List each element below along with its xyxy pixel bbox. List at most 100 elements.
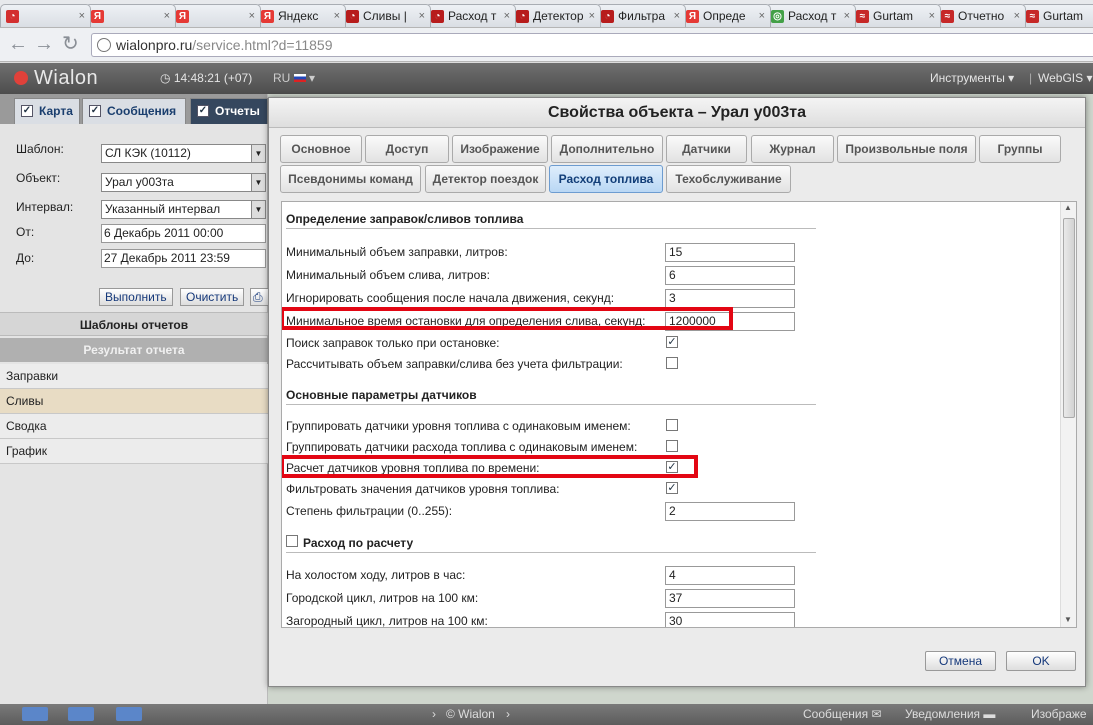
browser-tab[interactable]: ◔ × (0, 4, 91, 27)
object-select[interactable]: Урал у003та ▼ (101, 173, 266, 192)
suburban-cycle-input[interactable]: 30 (665, 612, 795, 627)
browser-tab[interactable]: Я × (170, 4, 261, 27)
close-tab-icon[interactable]: × (419, 5, 425, 27)
tab-general[interactable]: Основное (280, 135, 362, 163)
browser-tab-strip: ◔ × Я × Я × Я Яндекс × ◔ Сливы | × ◔ Расход т × ◔ Детект… (0, 0, 1093, 28)
clear-button[interactable]: Очистить (180, 288, 245, 306)
section-divider (286, 228, 816, 229)
browser-tab[interactable]: ◔ Фильтра × (595, 4, 686, 27)
scroll-down-icon[interactable]: ▼ (1064, 615, 1072, 624)
truck-icon[interactable] (22, 707, 48, 721)
tab-additional[interactable]: Дополнительно (551, 135, 663, 163)
close-tab-icon[interactable]: × (1014, 5, 1020, 27)
browser-tab-title: Фильтра (618, 9, 665, 23)
tab-journal[interactable]: Журнал (751, 135, 834, 163)
chevron-down-icon: ▼ (251, 145, 265, 162)
browser-tab[interactable]: ◎ Расход т × (765, 4, 856, 27)
result-item-drains[interactable]: Сливы (0, 389, 268, 414)
truck-icon[interactable] (116, 707, 142, 721)
images-link[interactable]: Изображе (1031, 707, 1087, 721)
result-item-chart[interactable]: График (0, 439, 268, 464)
group-level-sensors-checkbox[interactable] (666, 419, 678, 431)
back-icon[interactable]: ← (8, 33, 28, 55)
tools-menu[interactable]: Инструменты ▾ (930, 71, 1014, 85)
webgis-menu[interactable]: WebGIS ▾ (1038, 71, 1093, 85)
to-date-input[interactable]: 27 Декабрь 2011 23:59 (101, 249, 266, 268)
ignore-messages-input[interactable]: 3 (665, 289, 795, 308)
chevron-right-icon[interactable]: › (506, 707, 510, 721)
server-clock: ◷ 14:48:21 (+07) (160, 71, 253, 85)
fuel-settings-panel[interactable]: Определение заправок/сливов топлива Мини… (281, 201, 1077, 628)
close-tab-icon[interactable]: × (844, 5, 850, 27)
print-icon[interactable]: ⎙ (250, 288, 268, 306)
refuel-at-stop-checkbox[interactable]: ✓ (666, 336, 678, 348)
browser-tab[interactable]: Я × (85, 4, 176, 27)
result-item-summary[interactable]: Сводка (0, 414, 268, 439)
no-filter-calc-checkbox[interactable] (666, 357, 678, 369)
close-tab-icon[interactable]: × (929, 5, 935, 27)
tab-groups[interactable]: Группы (979, 135, 1061, 163)
address-bar[interactable]: wialonpro.ru/service.html?d=11859 (91, 33, 1093, 57)
run-button[interactable]: Выполнить (99, 288, 173, 306)
browser-tab[interactable]: ≈Gurtam× (850, 4, 941, 27)
notifications-link[interactable]: Уведомления ▬ (905, 707, 995, 721)
calc-consumption-checkbox[interactable] (286, 535, 298, 547)
close-tab-icon[interactable]: × (674, 5, 680, 27)
close-tab-icon[interactable]: × (504, 5, 510, 27)
browser-tab[interactable]: ◔ Сливы | × (340, 4, 431, 27)
tab-access[interactable]: Доступ (365, 135, 449, 163)
min-drain-input[interactable]: 6 (665, 266, 795, 285)
close-tab-icon[interactable]: × (249, 5, 255, 27)
cancel-button[interactable]: Отмена (925, 651, 996, 671)
checkbox-icon[interactable]: ✓ (197, 105, 209, 117)
scroll-up-icon[interactable]: ▲ (1064, 203, 1072, 212)
tab-custom-fields[interactable]: Произвольные поля (837, 135, 976, 163)
idle-consumption-input[interactable]: 4 (665, 566, 795, 585)
interval-select[interactable]: Указанный интервал ▼ (101, 200, 266, 219)
tab-messages[interactable]: ✓ Сообщения (82, 98, 186, 124)
close-tab-icon[interactable]: × (589, 5, 595, 27)
ok-button[interactable]: OK (1006, 651, 1076, 671)
browser-tab[interactable]: ◔ Расход т × (425, 4, 516, 27)
scrollbar-thumb[interactable] (1063, 218, 1075, 418)
chevron-left-icon[interactable]: › (432, 707, 436, 721)
highlight-box (282, 307, 733, 330)
filter-level-checkbox[interactable]: ✓ (666, 482, 678, 494)
browser-tab[interactable]: ≈Gurtam× (1020, 4, 1093, 27)
checkbox-icon[interactable]: ✓ (89, 105, 101, 117)
report-result-header[interactable]: Результат отчета (0, 338, 268, 362)
from-date-input[interactable]: 6 Декабрь 2011 00:00 (101, 224, 266, 243)
min-refuel-input[interactable]: 15 (665, 243, 795, 262)
forward-icon[interactable]: → (34, 33, 54, 55)
truck-icon[interactable] (68, 707, 94, 721)
filter-degree-input[interactable]: 2 (665, 502, 795, 521)
browser-tab[interactable]: Я Яндекс × (255, 4, 346, 27)
browser-tab-title: Gurtam (873, 9, 914, 23)
vertical-scrollbar[interactable]: ▲ ▼ (1060, 202, 1076, 627)
result-item-refuels[interactable]: Заправки (0, 364, 268, 389)
close-tab-icon[interactable]: × (79, 5, 85, 27)
browser-tab[interactable]: ≈ Отчетно × (935, 4, 1026, 27)
wialon-logo[interactable]: Wialon (14, 67, 98, 90)
language-selector[interactable]: RU ▾ (273, 71, 315, 85)
close-tab-icon[interactable]: × (164, 5, 170, 27)
browser-tab[interactable]: Я Опреде × (680, 4, 771, 27)
urban-cycle-input[interactable]: 37 (665, 589, 795, 608)
tab-map[interactable]: ✓ Карта (14, 98, 80, 124)
close-tab-icon[interactable]: × (759, 5, 765, 27)
reload-icon[interactable]: ↻ (62, 33, 79, 55)
close-tab-icon[interactable]: × (334, 5, 340, 27)
report-templates-header[interactable]: Шаблоны отчетов (0, 312, 268, 336)
tab-reports[interactable]: ✓ Отчеты (190, 98, 268, 124)
tab-trip-detector[interactable]: Детектор поездок (425, 165, 546, 193)
tab-command-aliases[interactable]: Псевдонимы команд (280, 165, 421, 193)
checkbox-icon[interactable]: ✓ (21, 105, 33, 117)
messages-link[interactable]: Сообщения ✉ (803, 707, 882, 721)
browser-tab[interactable]: ◔ Детектор × (510, 4, 601, 27)
group-consumption-sensors-checkbox[interactable] (666, 440, 678, 452)
tab-image[interactable]: Изображение (452, 135, 548, 163)
template-select[interactable]: СЛ КЭК (10112) ▼ (101, 144, 266, 163)
tab-maintenance[interactable]: Техобслуживание (666, 165, 791, 193)
tab-fuel-consumption[interactable]: Расход топлива (549, 165, 663, 193)
tab-sensors[interactable]: Датчики (666, 135, 747, 163)
